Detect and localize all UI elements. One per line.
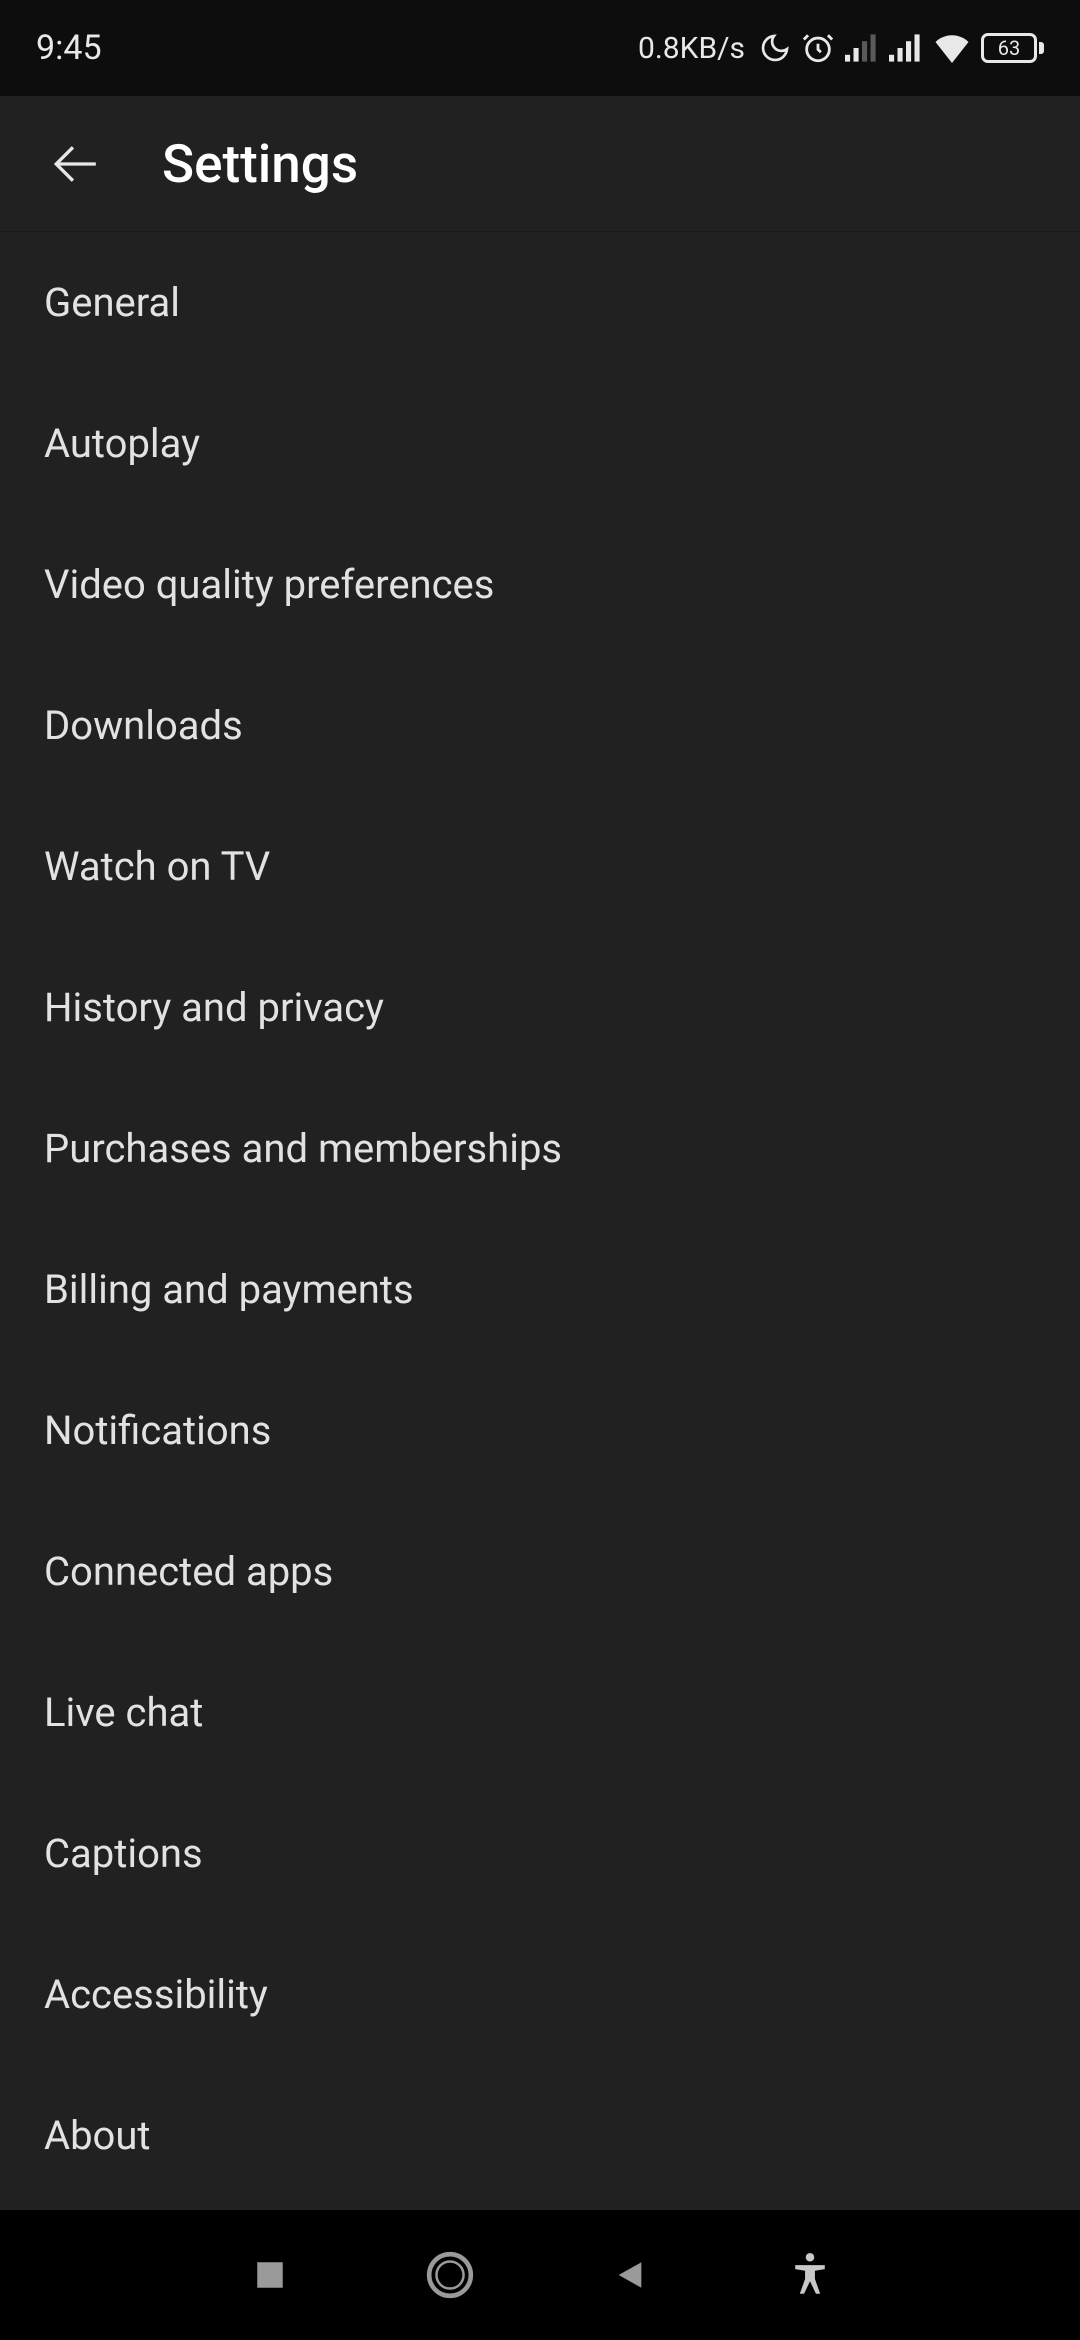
nav-recent-button[interactable]	[230, 2235, 310, 2315]
settings-item-label: About	[44, 2112, 151, 2159]
status-right: 0.8KB/s	[638, 31, 1044, 66]
settings-item-label: Purchases and memberships	[44, 1125, 562, 1172]
back-button[interactable]	[40, 129, 110, 199]
settings-item-label: Watch on TV	[44, 843, 270, 890]
settings-item-label: History and privacy	[44, 984, 384, 1031]
signal-sim2-icon	[889, 33, 923, 63]
page-title: Settings	[162, 133, 358, 195]
settings-item-live-chat[interactable]: Live chat	[0, 1642, 1080, 1783]
settings-item-history-privacy[interactable]: History and privacy	[0, 937, 1080, 1078]
settings-item-label: Captions	[44, 1830, 203, 1877]
settings-item-label: Connected apps	[44, 1548, 333, 1595]
do-not-disturb-icon	[759, 32, 791, 64]
battery-icon: 63	[981, 33, 1044, 63]
settings-item-autoplay[interactable]: Autoplay	[0, 373, 1080, 514]
settings-item-label: Notifications	[44, 1407, 271, 1454]
settings-item-label: Billing and payments	[44, 1266, 414, 1313]
system-nav-bar	[0, 2210, 1080, 2340]
settings-item-billing[interactable]: Billing and payments	[0, 1219, 1080, 1360]
nav-accessibility-button[interactable]	[770, 2235, 850, 2315]
settings-item-captions[interactable]: Captions	[0, 1783, 1080, 1924]
settings-item-label: Downloads	[44, 702, 243, 749]
status-time: 9:45	[36, 28, 102, 68]
circle-icon	[425, 2250, 475, 2300]
settings-item-video-quality[interactable]: Video quality preferences	[0, 514, 1080, 655]
signal-sim1-icon	[845, 33, 879, 63]
arrow-left-icon	[50, 139, 100, 189]
accessibility-icon	[790, 2252, 830, 2298]
triangle-left-icon	[613, 2256, 647, 2294]
network-speed: 0.8KB/s	[638, 31, 745, 66]
settings-item-downloads[interactable]: Downloads	[0, 655, 1080, 796]
settings-item-accessibility[interactable]: Accessibility	[0, 1924, 1080, 2065]
settings-item-label: Video quality preferences	[44, 561, 494, 608]
alarm-icon	[801, 31, 835, 65]
settings-item-purchases[interactable]: Purchases and memberships	[0, 1078, 1080, 1219]
square-icon	[253, 2258, 287, 2292]
settings-item-label: Autoplay	[44, 420, 200, 467]
settings-item-label: Accessibility	[44, 1971, 268, 2018]
battery-percent: 63	[998, 38, 1020, 58]
settings-item-general[interactable]: General	[0, 232, 1080, 373]
settings-item-label: General	[44, 279, 180, 326]
settings-list: General Autoplay Video quality preferenc…	[0, 232, 1080, 2210]
settings-item-notifications[interactable]: Notifications	[0, 1360, 1080, 1501]
wifi-icon	[933, 33, 971, 63]
status-bar: 9:45 0.8KB/s	[0, 0, 1080, 96]
settings-item-label: Live chat	[44, 1689, 203, 1736]
settings-item-about[interactable]: About	[0, 2065, 1080, 2206]
nav-back-button[interactable]	[590, 2235, 670, 2315]
settings-item-connected-apps[interactable]: Connected apps	[0, 1501, 1080, 1642]
settings-item-watch-on-tv[interactable]: Watch on TV	[0, 796, 1080, 937]
nav-home-button[interactable]	[410, 2235, 490, 2315]
app-bar: Settings	[0, 96, 1080, 232]
